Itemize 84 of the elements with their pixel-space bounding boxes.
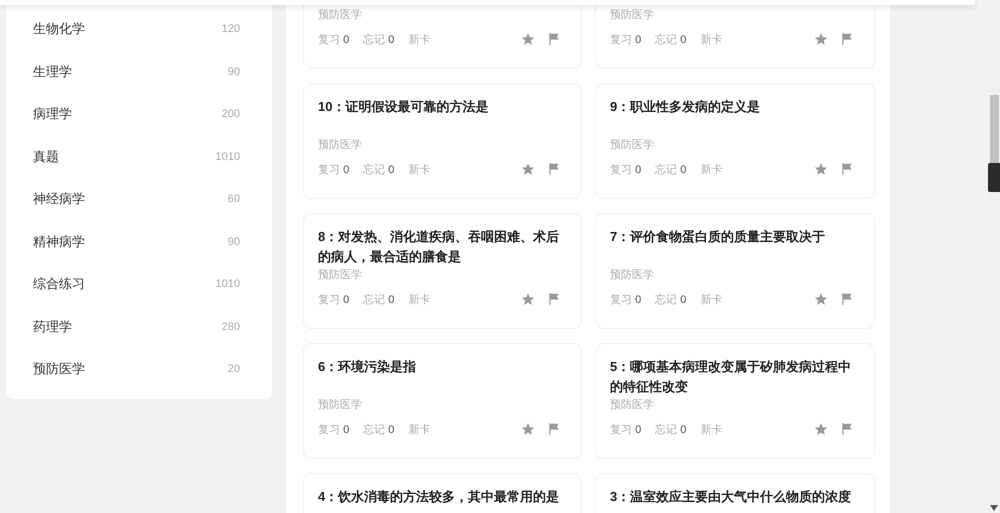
card-category: 预防医学 bbox=[610, 268, 654, 283]
card-stat: 新卡 bbox=[700, 162, 722, 176]
star-icon[interactable] bbox=[814, 162, 828, 176]
question-title: 8：对发热、消化道疾病、吞咽困难、术后的病人，最合适的膳食是 bbox=[318, 228, 560, 266]
question-card[interactable]: 10：证明假设最可靠的方法是 预防医学 复习 0 忘记 0 新卡 bbox=[303, 83, 582, 199]
card-stat: 新卡 bbox=[700, 422, 722, 436]
question-title: 7：评价食物蛋白质的质量主要取决于 bbox=[610, 228, 826, 246]
flag-icon[interactable] bbox=[547, 292, 561, 306]
category-count: 90 bbox=[228, 66, 240, 78]
category-label[interactable]: 病理学 bbox=[33, 105, 72, 124]
card-category: 预防医学 bbox=[318, 268, 362, 283]
star-icon[interactable] bbox=[814, 292, 828, 306]
category-label[interactable]: 药理学 bbox=[33, 318, 72, 336]
question-title: 5：哪项基本病理改变属于矽肺发病过程中的特征性改变 bbox=[610, 358, 852, 396]
card-stat: 复习 0 bbox=[318, 32, 350, 46]
flag-icon[interactable] bbox=[840, 162, 854, 176]
flag-icon[interactable] bbox=[547, 162, 561, 176]
question-card[interactable]: 6：环境污染是指 预防医学 复习 0 忘记 0 新卡 bbox=[303, 343, 582, 459]
question-card[interactable]: 8：对发热、消化道疾病、吞咽困难、术后的病人，最合适的膳食是 预防医学 复习 0 忘记 0 新卡 bbox=[303, 213, 582, 329]
card-category: 预防医学 bbox=[318, 138, 362, 153]
category-label[interactable]: 真题 bbox=[33, 148, 59, 166]
question-title: 9：职业性多发病的定义是 bbox=[610, 98, 762, 116]
category-count: 200 bbox=[222, 108, 240, 120]
question-title: 3：温室效应主要由大气中什么物质的浓度 bbox=[610, 488, 852, 506]
flag-icon[interactable] bbox=[840, 292, 854, 306]
star-icon[interactable] bbox=[521, 292, 535, 306]
question-title: 10：证明假设最可靠的方法是 bbox=[318, 98, 490, 116]
card-stat: 复习 0 bbox=[318, 292, 350, 306]
category-label[interactable]: 精神病学 bbox=[33, 232, 85, 251]
question-card[interactable]: 3：温室效应主要由大气中什么物质的浓度 bbox=[595, 473, 875, 513]
card-stat: 新卡 bbox=[408, 32, 430, 46]
star-icon[interactable] bbox=[814, 422, 828, 436]
card-stat: 忘记 0 bbox=[655, 162, 686, 176]
category-count: 1010 bbox=[216, 278, 240, 290]
card-stat: 复习 0 bbox=[610, 162, 642, 176]
question-card[interactable]: 9：职业性多发病的定义是 预防医学 复习 0 忘记 0 新卡 bbox=[595, 83, 875, 199]
question-card[interactable]: 5：哪项基本病理改变属于矽肺发病过程中的特征性改变 预防医学 复习 0 忘记 0 新卡 bbox=[595, 343, 875, 459]
category-label[interactable]: 综合练习 bbox=[33, 275, 85, 294]
card-category: 预防医学 bbox=[318, 8, 362, 23]
card-stat: 复习 0 bbox=[610, 422, 642, 436]
category-label[interactable]: 预防医学 bbox=[33, 360, 85, 378]
star-icon[interactable] bbox=[521, 162, 535, 176]
question-title: 4：饮水消毒的方法较多，其中最常用的是 bbox=[318, 488, 560, 506]
card-stat: 新卡 bbox=[408, 422, 430, 436]
star-icon[interactable] bbox=[521, 422, 535, 436]
category-count: 20 bbox=[228, 363, 240, 376]
category-label[interactable]: 神经病学 bbox=[33, 190, 85, 208]
card-stat: 忘记 0 bbox=[655, 292, 686, 306]
category-count: 90 bbox=[228, 236, 240, 248]
category-count: 60 bbox=[228, 193, 240, 206]
card-category: 预防医学 bbox=[318, 398, 362, 413]
scrollbar-thumb[interactable] bbox=[990, 95, 999, 165]
category-count: 120 bbox=[222, 23, 240, 36]
card-category: 预防医学 bbox=[610, 8, 654, 23]
card-stat: 忘记 0 bbox=[363, 162, 394, 176]
flag-icon[interactable] bbox=[840, 422, 854, 436]
flag-icon[interactable] bbox=[547, 422, 561, 436]
card-stat: 复习 0 bbox=[318, 162, 350, 176]
star-icon[interactable] bbox=[814, 32, 828, 46]
card-stat: 忘记 0 bbox=[363, 292, 394, 306]
card-category: 预防医学 bbox=[610, 138, 654, 153]
card-stat: 新卡 bbox=[408, 292, 430, 306]
card-stat: 新卡 bbox=[408, 162, 430, 176]
card-stat: 复习 0 bbox=[318, 422, 350, 436]
category-count: 1010 bbox=[216, 150, 240, 163]
question-card[interactable]: 7：评价食物蛋白质的质量主要取决于 预防医学 复习 0 忘记 0 新卡 bbox=[595, 213, 875, 329]
card-stat: 忘记 0 bbox=[363, 32, 394, 46]
flag-icon[interactable] bbox=[547, 32, 561, 46]
card-stat: 忘记 0 bbox=[655, 422, 686, 436]
question-card[interactable]: 4：饮水消毒的方法较多，其中最常用的是 bbox=[303, 473, 582, 513]
card-category: 预防医学 bbox=[610, 398, 654, 413]
flag-icon[interactable] bbox=[840, 32, 854, 46]
card-stat: 忘记 0 bbox=[655, 32, 686, 46]
card-stat: 复习 0 bbox=[610, 292, 642, 306]
card-stat: 新卡 bbox=[700, 292, 722, 306]
question-title: 6：环境污染是指 bbox=[318, 358, 418, 376]
card-stat: 复习 0 bbox=[610, 32, 642, 46]
category-label[interactable]: 生物化学 bbox=[33, 20, 85, 38]
star-icon[interactable] bbox=[521, 32, 535, 46]
category-label[interactable]: 生理学 bbox=[33, 62, 72, 81]
category-count: 280 bbox=[222, 320, 240, 333]
card-stat: 忘记 0 bbox=[363, 422, 394, 436]
card-stat: 新卡 bbox=[700, 32, 722, 46]
scroll-down-icon[interactable] bbox=[990, 505, 998, 511]
